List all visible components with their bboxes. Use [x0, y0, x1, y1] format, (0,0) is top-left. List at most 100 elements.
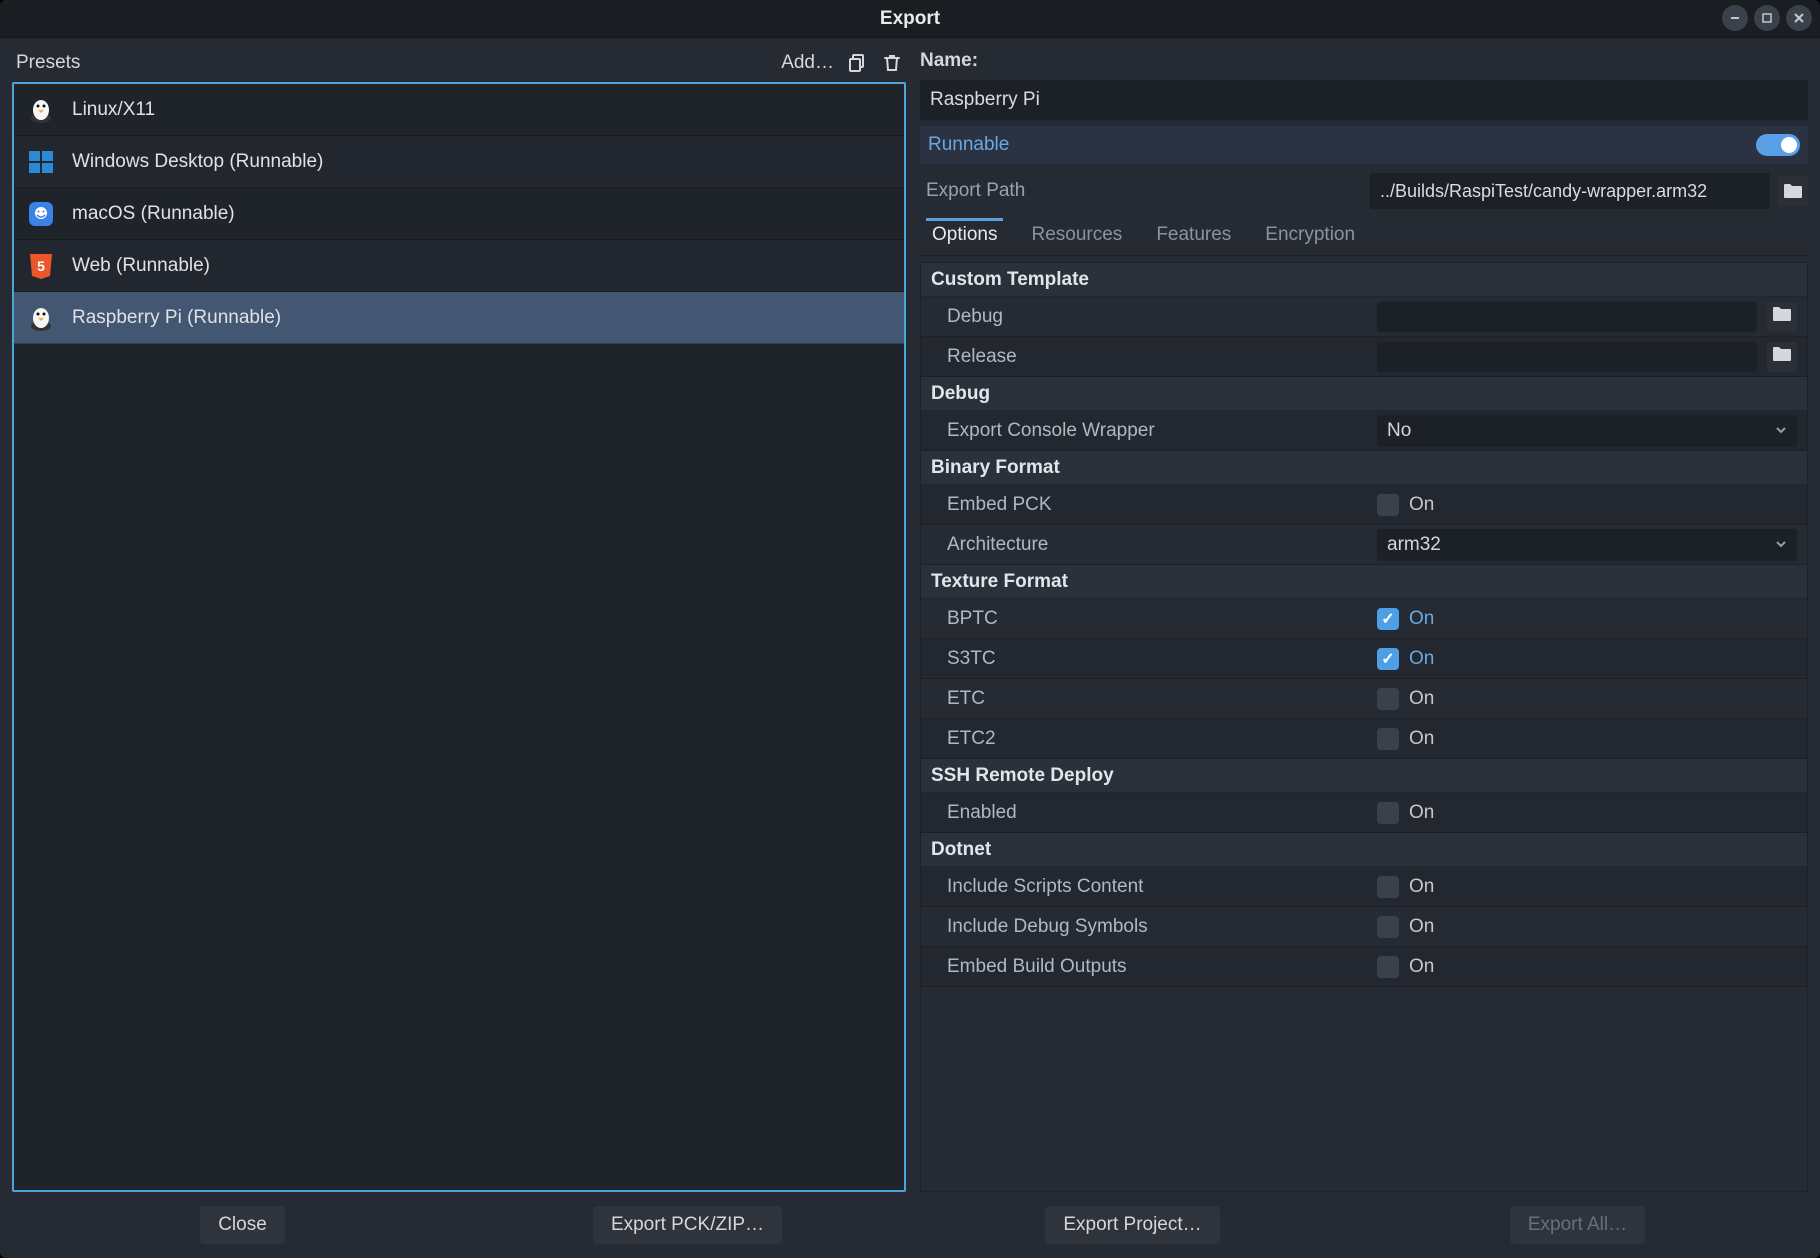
property-row: BPTC On [921, 599, 1807, 639]
export-project-button[interactable]: Export Project… [1045, 1206, 1219, 1244]
property-key: Embed Build Outputs [947, 956, 1377, 978]
property-row: S3TC On [921, 639, 1807, 679]
preset-item[interactable]: 5 Web (Runnable) [14, 240, 904, 292]
property-key: Release [947, 346, 1377, 368]
preset-label: Windows Desktop (Runnable) [72, 151, 323, 173]
checkbox-label: On [1409, 688, 1434, 710]
file-input[interactable] [1377, 342, 1757, 372]
property-row: ETC2 On [921, 719, 1807, 759]
export-path-row: Export Path [920, 170, 1808, 212]
export-all-button[interactable]: Export All… [1510, 1206, 1645, 1244]
add-preset-button[interactable]: Add… [781, 52, 834, 74]
property-row: ETC On [921, 679, 1807, 719]
preset-item[interactable]: Raspberry Pi (Runnable) [14, 292, 904, 344]
windows-icon [26, 147, 56, 177]
checkbox[interactable] [1377, 648, 1399, 670]
dropdown[interactable]: No [1377, 415, 1797, 447]
delete-preset-button[interactable] [882, 53, 902, 73]
folder-icon [1783, 183, 1803, 199]
tab-resources[interactable]: Resources [1025, 218, 1128, 255]
folder-icon [1772, 306, 1792, 328]
section-header: Custom Template [921, 263, 1807, 297]
close-window-button[interactable] [1786, 5, 1812, 31]
linux-icon [26, 303, 56, 333]
section-header: Dotnet [921, 833, 1807, 867]
copy-icon [848, 53, 868, 73]
folder-icon [1772, 346, 1792, 368]
footer: Close Export PCK/ZIP… Export Project… Ex… [0, 1202, 1820, 1258]
dropdown[interactable]: arm32 [1377, 529, 1797, 561]
tab-bar: Options Resources Features Encryption [920, 218, 1808, 256]
export-path-label: Export Path [926, 180, 1025, 202]
preset-list[interactable]: Linux/X11 Windows Desktop (Runnable) mac… [12, 82, 906, 1192]
checkbox-label: On [1409, 608, 1434, 630]
preset-label: Web (Runnable) [72, 255, 210, 277]
checkbox[interactable] [1377, 876, 1399, 898]
checkbox[interactable] [1377, 688, 1399, 710]
checkbox-label: On [1409, 802, 1434, 824]
section-header: SSH Remote Deploy [921, 759, 1807, 793]
chevron-down-icon [1775, 420, 1787, 442]
preset-label: macOS (Runnable) [72, 203, 235, 225]
property-row: Include Scripts Content On [921, 867, 1807, 907]
property-row: Architecture arm32 [921, 525, 1807, 565]
checkbox-label: On [1409, 648, 1434, 670]
minimize-button[interactable] [1722, 5, 1748, 31]
checkbox[interactable] [1377, 728, 1399, 750]
checkbox[interactable] [1377, 802, 1399, 824]
name-input[interactable] [920, 80, 1808, 120]
property-row: Release [921, 337, 1807, 377]
property-key: Embed PCK [947, 494, 1377, 516]
preset-item[interactable]: Windows Desktop (Runnable) [14, 136, 904, 188]
checkbox-label: On [1409, 956, 1434, 978]
checkbox[interactable] [1377, 608, 1399, 630]
preset-label: Linux/X11 [72, 99, 155, 121]
checkbox[interactable] [1377, 916, 1399, 938]
export-path-browse-button[interactable] [1778, 176, 1808, 206]
linux-icon [26, 95, 56, 125]
maximize-button[interactable] [1754, 5, 1780, 31]
window-title: Export [880, 8, 940, 30]
preset-label: Raspberry Pi (Runnable) [72, 307, 281, 329]
chevron-down-icon [1775, 534, 1787, 556]
property-key: Include Scripts Content [947, 876, 1377, 898]
section-header: Binary Format [921, 451, 1807, 485]
export-path-input[interactable] [1370, 173, 1770, 209]
name-label: Name: [920, 48, 1808, 74]
svg-text:5: 5 [37, 258, 45, 274]
properties-panel: Custom TemplateDebug Release DebugExport… [920, 262, 1808, 1192]
property-key: Enabled [947, 802, 1377, 824]
macos-icon [26, 199, 56, 229]
property-key: Include Debug Symbols [947, 916, 1377, 938]
tab-encryption[interactable]: Encryption [1259, 218, 1361, 255]
runnable-row: Runnable [920, 126, 1808, 164]
property-key: ETC [947, 688, 1377, 710]
runnable-label: Runnable [928, 134, 1009, 156]
checkbox[interactable] [1377, 956, 1399, 978]
tab-options[interactable]: Options [926, 218, 1003, 255]
titlebar: Export [0, 0, 1820, 38]
checkbox[interactable] [1377, 494, 1399, 516]
property-row: Debug [921, 297, 1807, 337]
property-row: Enabled On [921, 793, 1807, 833]
browse-button[interactable] [1767, 342, 1797, 372]
preset-item[interactable]: macOS (Runnable) [14, 188, 904, 240]
dropdown-value: No [1387, 420, 1411, 442]
property-key: BPTC [947, 608, 1377, 630]
browse-button[interactable] [1767, 302, 1797, 332]
close-button[interactable]: Close [200, 1206, 285, 1244]
html5-icon: 5 [26, 251, 56, 281]
property-key: Export Console Wrapper [947, 420, 1377, 442]
presets-title: Presets [16, 52, 80, 74]
close-icon [1793, 12, 1805, 24]
export-pck-button[interactable]: Export PCK/ZIP… [593, 1206, 782, 1244]
property-row: Include Debug Symbols On [921, 907, 1807, 947]
property-row: Export Console Wrapper No [921, 411, 1807, 451]
file-input[interactable] [1377, 302, 1757, 332]
section-header: Texture Format [921, 565, 1807, 599]
tab-features[interactable]: Features [1150, 218, 1237, 255]
checkbox-label: On [1409, 728, 1434, 750]
preset-item[interactable]: Linux/X11 [14, 84, 904, 136]
runnable-toggle[interactable] [1756, 134, 1800, 156]
copy-preset-button[interactable] [848, 53, 868, 73]
